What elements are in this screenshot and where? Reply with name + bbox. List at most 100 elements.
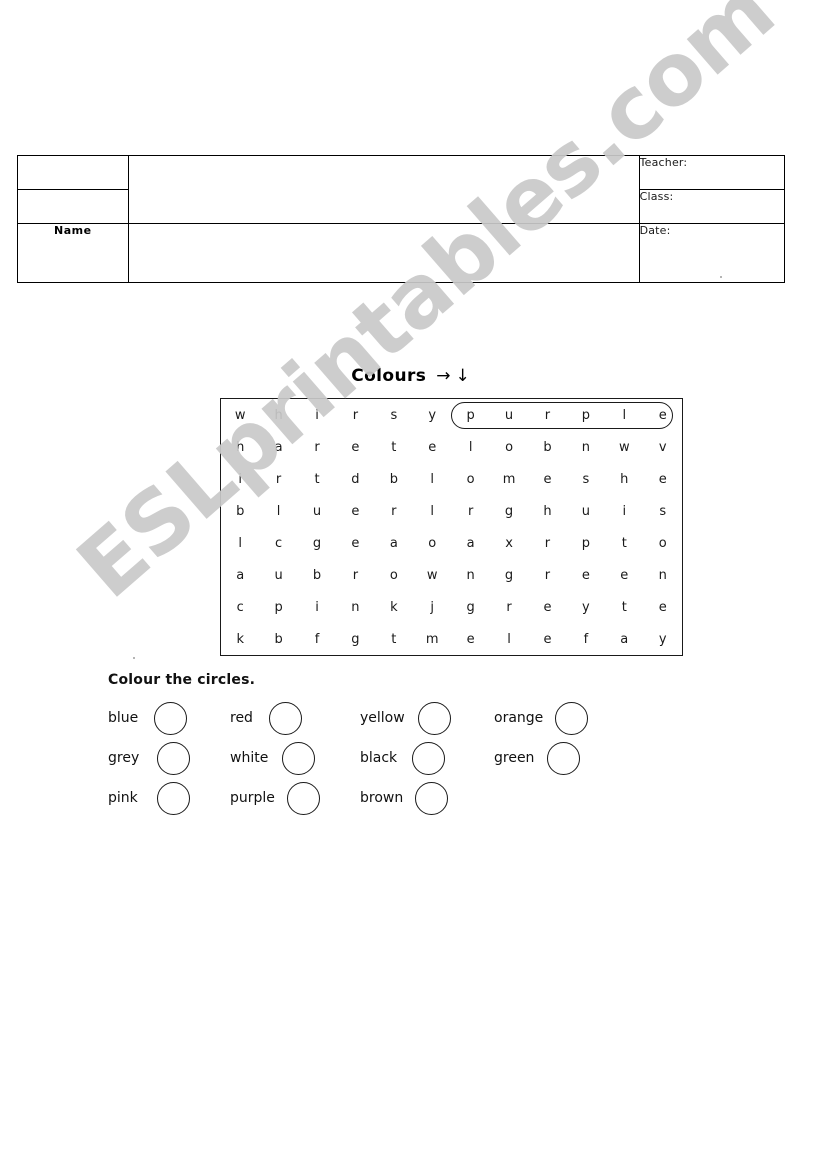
wordsearch-cell[interactable]: l bbox=[605, 399, 643, 431]
wordsearch-cell[interactable]: e bbox=[336, 527, 374, 559]
wordsearch-cell[interactable]: s bbox=[643, 495, 682, 527]
wordsearch-cell[interactable]: e bbox=[528, 463, 566, 495]
wordsearch-cell[interactable]: r bbox=[336, 559, 374, 591]
wordsearch-cell[interactable]: y bbox=[567, 591, 605, 623]
wordsearch-cell[interactable]: e bbox=[528, 591, 566, 623]
wordsearch-cell[interactable]: l bbox=[259, 495, 297, 527]
wordsearch-cell[interactable]: g bbox=[490, 559, 528, 591]
wordsearch-cell[interactable]: r bbox=[451, 495, 489, 527]
wordsearch-cell[interactable]: e bbox=[643, 399, 682, 431]
colour-circle-green[interactable] bbox=[547, 741, 581, 775]
wordsearch-cell[interactable]: p bbox=[567, 399, 605, 431]
teacher-cell[interactable]: Teacher: bbox=[638, 155, 786, 190]
wordsearch-cell[interactable]: w bbox=[221, 399, 259, 431]
colour-circle-brown[interactable] bbox=[415, 781, 449, 815]
wordsearch-cell[interactable]: e bbox=[528, 623, 566, 655]
wordsearch-cell[interactable]: c bbox=[221, 591, 259, 623]
wordsearch-cell[interactable]: b bbox=[375, 463, 413, 495]
wordsearch-cell[interactable]: d bbox=[336, 463, 374, 495]
colour-circle-purple[interactable] bbox=[286, 781, 320, 815]
wordsearch-cell[interactable]: l bbox=[413, 463, 451, 495]
wordsearch-cell[interactable]: f bbox=[567, 623, 605, 655]
wordsearch-cell[interactable]: i bbox=[605, 495, 643, 527]
wordsearch-cell[interactable]: t bbox=[605, 591, 643, 623]
wordsearch-cell[interactable]: t bbox=[375, 431, 413, 463]
header-middle-cell[interactable] bbox=[127, 155, 640, 224]
colour-circle-blue[interactable] bbox=[154, 701, 188, 735]
wordsearch-cell[interactable]: g bbox=[490, 495, 528, 527]
wordsearch-cell[interactable]: u bbox=[567, 495, 605, 527]
wordsearch-cell[interactable]: y bbox=[413, 399, 451, 431]
wordsearch-cell[interactable]: e bbox=[451, 623, 489, 655]
wordsearch-grid[interactable]: whirsypurpleharetelobnwvirtdblomesheblue… bbox=[220, 398, 683, 656]
wordsearch-cell[interactable]: i bbox=[298, 399, 336, 431]
wordsearch-cell[interactable]: r bbox=[528, 399, 566, 431]
wordsearch-cell[interactable]: h bbox=[605, 463, 643, 495]
wordsearch-cell[interactable]: r bbox=[528, 559, 566, 591]
wordsearch-cell[interactable]: h bbox=[221, 431, 259, 463]
wordsearch-cell[interactable]: w bbox=[605, 431, 643, 463]
wordsearch-cell[interactable]: i bbox=[221, 463, 259, 495]
wordsearch-cell[interactable]: o bbox=[375, 559, 413, 591]
wordsearch-cell[interactable]: h bbox=[259, 399, 297, 431]
wordsearch-cell[interactable]: r bbox=[298, 431, 336, 463]
wordsearch-cell[interactable]: r bbox=[528, 527, 566, 559]
colour-circle-orange[interactable] bbox=[555, 701, 589, 735]
wordsearch-cell[interactable]: u bbox=[259, 559, 297, 591]
colour-circle-red[interactable] bbox=[268, 701, 302, 735]
colour-circle-black[interactable] bbox=[412, 741, 446, 775]
wordsearch-cell[interactable]: g bbox=[336, 623, 374, 655]
wordsearch-cell[interactable]: a bbox=[375, 527, 413, 559]
wordsearch-cell[interactable]: h bbox=[528, 495, 566, 527]
wordsearch-cell[interactable]: s bbox=[567, 463, 605, 495]
wordsearch-cell[interactable]: t bbox=[605, 527, 643, 559]
wordsearch-cell[interactable]: v bbox=[643, 431, 682, 463]
wordsearch-cell[interactable]: r bbox=[336, 399, 374, 431]
wordsearch-cell[interactable]: e bbox=[413, 431, 451, 463]
wordsearch-cell[interactable]: r bbox=[375, 495, 413, 527]
wordsearch-cell[interactable]: m bbox=[490, 463, 528, 495]
wordsearch-cell[interactable]: n bbox=[336, 591, 374, 623]
wordsearch-cell[interactable]: l bbox=[451, 431, 489, 463]
name-value-cell[interactable] bbox=[127, 223, 640, 283]
wordsearch-cell[interactable]: t bbox=[298, 463, 336, 495]
wordsearch-cell[interactable]: k bbox=[375, 591, 413, 623]
wordsearch-cell[interactable]: r bbox=[490, 591, 528, 623]
wordsearch-cell[interactable]: o bbox=[451, 463, 489, 495]
wordsearch-cell[interactable]: e bbox=[605, 559, 643, 591]
wordsearch-cell[interactable]: i bbox=[298, 591, 336, 623]
class-cell[interactable]: Class: bbox=[638, 189, 786, 224]
wordsearch-cell[interactable]: b bbox=[221, 495, 259, 527]
wordsearch-cell[interactable]: c bbox=[259, 527, 297, 559]
colour-circle-yellow[interactable] bbox=[417, 701, 451, 735]
wordsearch-cell[interactable]: k bbox=[221, 623, 259, 655]
wordsearch-cell[interactable]: a bbox=[451, 527, 489, 559]
wordsearch-cell[interactable]: p bbox=[567, 527, 605, 559]
colour-circle-pink[interactable] bbox=[156, 781, 190, 815]
wordsearch-cell[interactable]: e bbox=[336, 495, 374, 527]
wordsearch-cell[interactable]: g bbox=[298, 527, 336, 559]
wordsearch-cell[interactable]: b bbox=[298, 559, 336, 591]
wordsearch-cell[interactable]: l bbox=[221, 527, 259, 559]
wordsearch-cell[interactable]: a bbox=[221, 559, 259, 591]
wordsearch-cell[interactable]: e bbox=[643, 591, 682, 623]
wordsearch-cell[interactable]: a bbox=[259, 431, 297, 463]
wordsearch-cell[interactable]: b bbox=[528, 431, 566, 463]
wordsearch-cell[interactable]: s bbox=[375, 399, 413, 431]
date-cell[interactable]: Date: bbox=[638, 223, 786, 283]
wordsearch-cell[interactable]: f bbox=[298, 623, 336, 655]
wordsearch-cell[interactable]: x bbox=[490, 527, 528, 559]
wordsearch-cell[interactable]: u bbox=[298, 495, 336, 527]
wordsearch-cell[interactable]: n bbox=[451, 559, 489, 591]
colour-circle-white[interactable] bbox=[282, 741, 316, 775]
wordsearch-cell[interactable]: o bbox=[490, 431, 528, 463]
wordsearch-cell[interactable]: p bbox=[451, 399, 489, 431]
wordsearch-cell[interactable]: p bbox=[259, 591, 297, 623]
wordsearch-cell[interactable]: t bbox=[375, 623, 413, 655]
wordsearch-cell[interactable]: b bbox=[259, 623, 297, 655]
wordsearch-cell[interactable]: y bbox=[643, 623, 682, 655]
wordsearch-cell[interactable]: u bbox=[490, 399, 528, 431]
wordsearch-cell[interactable]: n bbox=[643, 559, 682, 591]
wordsearch-cell[interactable]: e bbox=[336, 431, 374, 463]
colour-circle-grey[interactable] bbox=[157, 741, 191, 775]
